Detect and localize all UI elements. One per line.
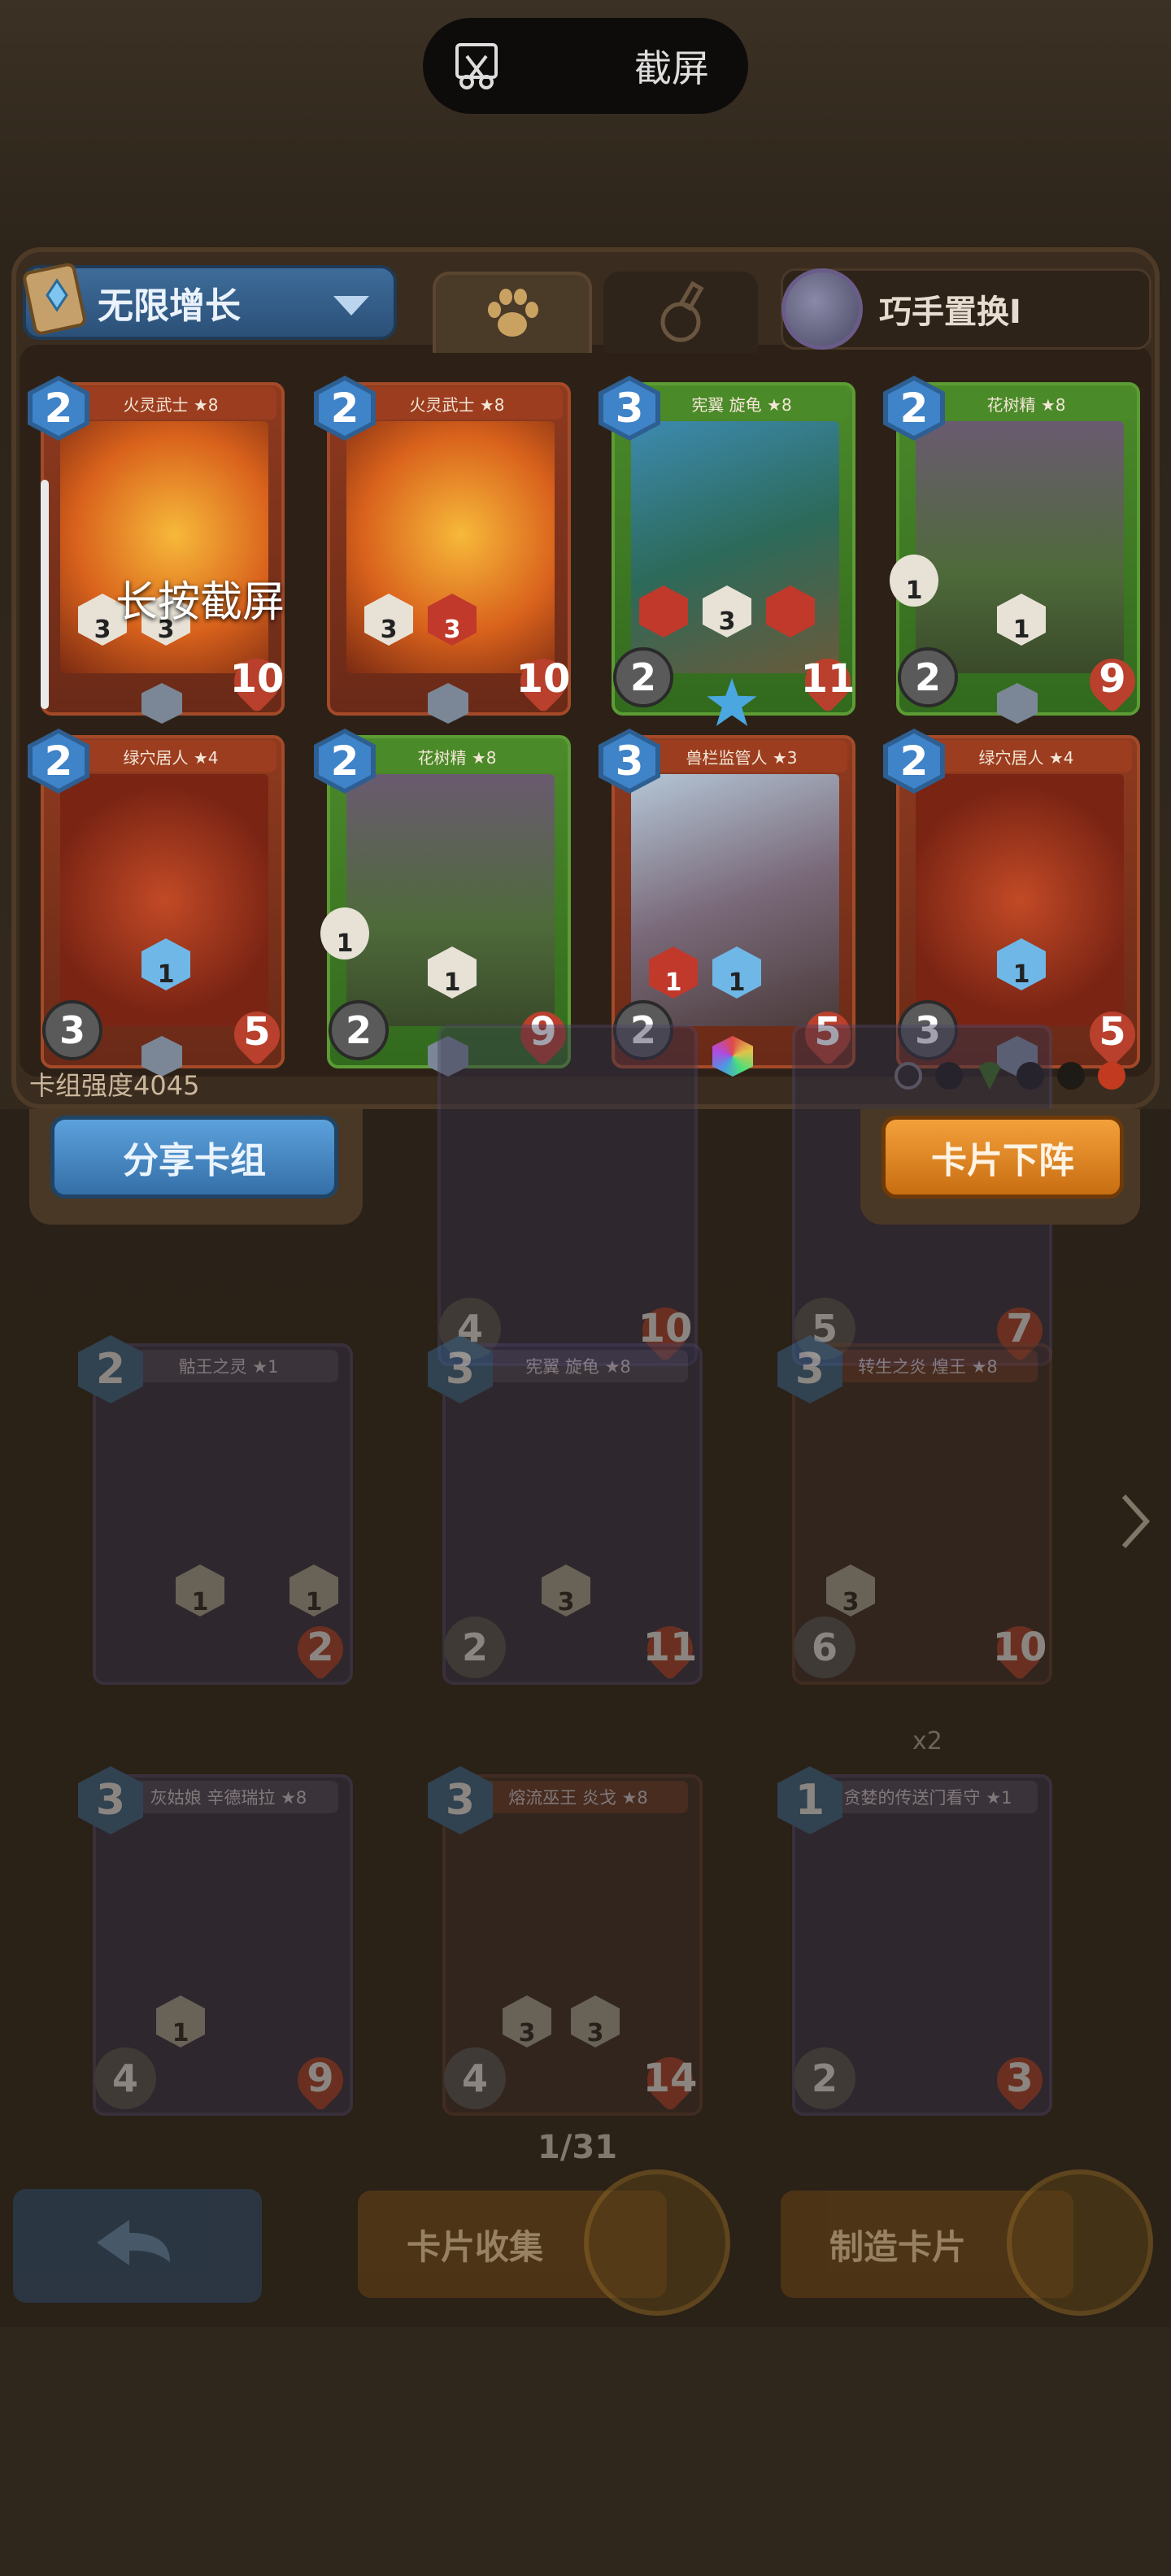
card-attack: 2: [613, 647, 673, 707]
card-name: 火灵武士 ★8: [351, 387, 563, 420]
card-health: 5: [224, 1002, 289, 1067]
card-book-icon: [584, 2169, 730, 2316]
card-health: 9: [286, 2047, 355, 2113]
card-health: 3: [986, 2047, 1054, 2113]
book-icon: [23, 263, 86, 335]
chevron-right-icon[interactable]: [1119, 1493, 1151, 1550]
chevron-down-icon: [333, 296, 369, 315]
card-attack: 3: [42, 1000, 102, 1060]
air-element-icon[interactable]: [1057, 1062, 1085, 1090]
tab-creatures[interactable]: [433, 272, 592, 353]
mode-dropdown[interactable]: 无限增长: [23, 263, 397, 340]
paw-icon: [488, 289, 538, 337]
card-health: 9: [1080, 649, 1145, 714]
card-name: 骷王之灵 ★1: [119, 1350, 338, 1382]
card-health: 14: [636, 2047, 704, 2113]
skill-avatar-icon: [781, 268, 863, 350]
fire-element-icon[interactable]: [1098, 1062, 1125, 1090]
tab-spells[interactable]: [603, 272, 758, 353]
card-name: 花树精 ★8: [351, 740, 563, 772]
collection-card[interactable]: 4 10: [423, 1016, 699, 1374]
skill-label: 巧手置换I: [879, 294, 1021, 331]
deck-card[interactable]: 宪翼 旋龟 ★8 3 3 2 11: [599, 376, 860, 726]
share-deck-button[interactable]: 分享卡组: [50, 1116, 338, 1199]
card-stat: 1: [320, 907, 369, 959]
card-health: 2: [286, 1617, 355, 1682]
bottom-wood-bar: [0, 2327, 1171, 2576]
card-health: 5: [1080, 1002, 1145, 1067]
card-name: 灰姑娘 辛德瑞拉 ★8: [119, 1781, 338, 1813]
mode-label: 无限增长: [98, 285, 241, 327]
card-attack: 6: [794, 1617, 855, 1678]
back-arrow-icon: [97, 2220, 170, 2265]
card-name: 宪翼 旋龟 ★8: [468, 1350, 688, 1382]
card-attack: 4: [444, 2047, 506, 2109]
back-button[interactable]: [13, 2189, 262, 2303]
collection-card[interactable]: 贪婪的传送门看守 ★1 1 2 3: [777, 1766, 1054, 2124]
card-attack: 2: [444, 1617, 506, 1678]
card-stat: 1: [890, 555, 938, 607]
card-name: 花树精 ★8: [921, 387, 1132, 420]
deck-card[interactable]: 火灵武士 ★8 2 3 3 10: [314, 376, 576, 725]
paw-potion-icon: [1007, 2169, 1153, 2316]
card-name: 宪翼 旋龟 ★8: [636, 387, 847, 420]
card-name: 火灵武士 ★8: [65, 387, 276, 420]
card-attack: 2: [794, 2047, 855, 2109]
card-name: 转生之炎 煌王 ★8: [818, 1350, 1038, 1382]
card-name: 绿穴居人 ★4: [921, 740, 1132, 772]
deck-card[interactable]: 花树精 ★8 2 1 1 2 9: [883, 376, 1145, 725]
collection-card[interactable]: 宪翼 旋龟 ★8 3 3 2 11: [428, 1335, 704, 1693]
card-health: 10: [511, 649, 576, 714]
card-name: 绿穴居人 ★4: [65, 740, 276, 772]
long-press-hint: 长按截屏: [115, 578, 285, 627]
card-attack: 2: [898, 647, 958, 707]
card-health: 11: [636, 1617, 704, 1682]
card-name: 兽栏监管人 ★3: [636, 740, 847, 772]
potion-icon: [660, 281, 704, 342]
card-health: 10: [986, 1617, 1054, 1682]
card-name: 熔流巫王 炎戈 ★8: [468, 1781, 688, 1813]
deck-card[interactable]: 绿穴居人 ★4 2 1 3 5: [28, 729, 289, 1078]
card-health: 11: [795, 649, 860, 714]
remove-card-button[interactable]: 卡片下阵: [882, 1116, 1124, 1199]
card-attack: 4: [94, 2047, 156, 2109]
deck-card[interactable]: 火灵武士 ★8 2 3 3 10: [28, 376, 289, 725]
card-attack: 2: [329, 1000, 389, 1060]
long-screenshot-handle[interactable]: [41, 480, 49, 709]
page-indicator: 1/31: [537, 2129, 618, 2166]
card-health: 10: [224, 649, 289, 714]
collection-card[interactable]: 骷王之灵 ★1 2 1 1 2: [78, 1335, 355, 1693]
skill-slot[interactable]: 巧手置换I: [781, 268, 1151, 350]
card-name: 贪婪的传送门看守 ★1: [818, 1781, 1038, 1813]
collection-card[interactable]: 熔流巫王 炎戈 ★8 3 3 3 4 14: [428, 1766, 704, 2124]
scissors-icon: [455, 43, 498, 89]
screenshot-capture-pill[interactable]: 截屏: [423, 18, 748, 114]
deck-strength: 卡组强度4045: [29, 1070, 200, 1101]
collection-card[interactable]: 灰姑娘 辛德瑞拉 ★8 3 1 4 9: [78, 1766, 355, 2124]
screenshot-label: 截屏: [634, 46, 709, 90]
duplicate-count-badge: x2: [912, 1727, 942, 1756]
collection-card[interactable]: 转生之炎 煌王 ★8 3 3 6 10: [777, 1335, 1054, 1693]
